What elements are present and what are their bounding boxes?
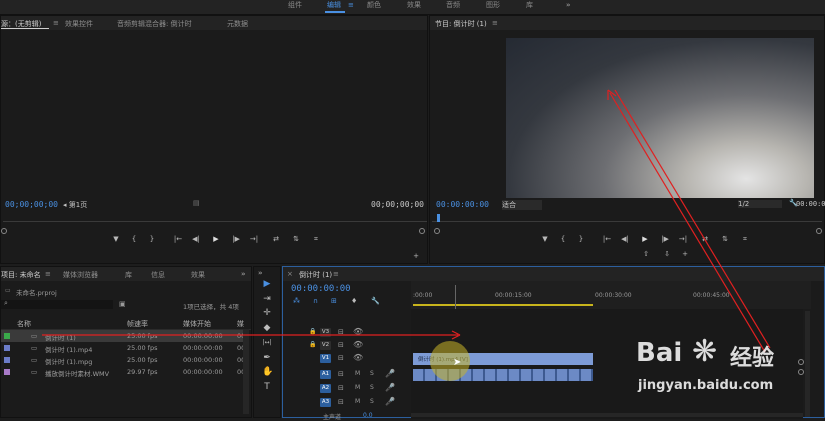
baidu-watermark: Bai ❋ 经验 jingyan.baidu.com xyxy=(630,334,820,400)
arrow-line-diagonal-1 xyxy=(609,92,766,353)
watermark-brand-2: 经验 xyxy=(730,346,775,371)
watermark-brand: Bai xyxy=(636,338,683,368)
paw-logo-icon: ❋ xyxy=(692,334,718,369)
arrow-line-diagonal-2 xyxy=(614,89,771,349)
arrow-head-diagonal-2 xyxy=(607,89,617,97)
watermark-url: jingyan.baidu.com xyxy=(638,378,774,393)
